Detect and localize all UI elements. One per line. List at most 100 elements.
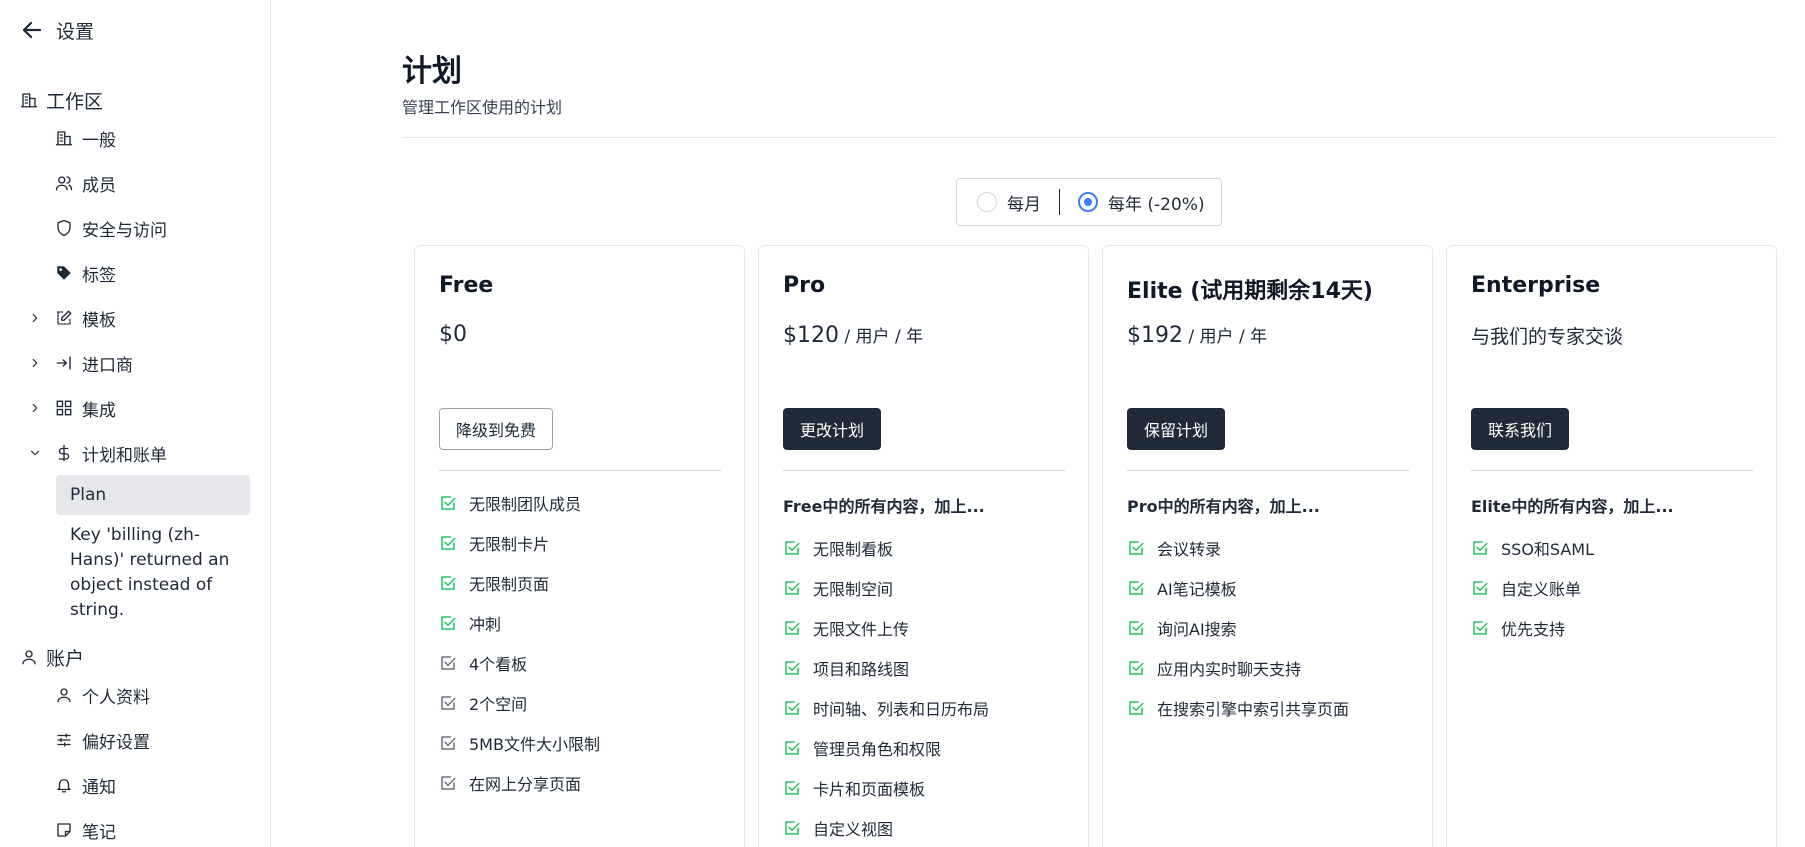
sidebar-item-label: 成员 — [82, 175, 116, 196]
sidebar-item-label: 偏好设置 — [82, 732, 150, 753]
feature-label: 卡片和页面模板 — [813, 780, 926, 799]
sidebar-item-label: 进口商 — [82, 355, 133, 376]
radio-yearly[interactable] — [1078, 192, 1098, 212]
page-subtitle: 管理工作区使用的计划 — [402, 98, 563, 117]
feature-label: 会议转录 — [1157, 540, 1222, 559]
feature-list: 会议转录 AI笔记模板 询问AI搜索 应用内实时聊天支持 在搜索引擎中索引共享页… — [1127, 528, 1349, 728]
check-square-icon — [441, 776, 456, 790]
feature-list: SSO和SAML 自定义账单 优先支持 — [1471, 528, 1594, 648]
chevron-right-icon[interactable] — [28, 311, 42, 325]
contact-us-button[interactable]: 联系我们 — [1471, 408, 1570, 450]
sidebar-item-label: 标签 — [82, 265, 116, 286]
sidebar-item-security[interactable]: 安全与访问 — [28, 213, 250, 243]
sidebar-item-billing[interactable]: 计划和账单 — [28, 438, 250, 468]
sidebar-subitem-billing-note[interactable]: Key 'billing (zh-Hans)' returned an obje… — [70, 523, 250, 623]
feature-label: 时间轴、列表和日历布局 — [813, 700, 990, 719]
card-divider — [439, 470, 721, 471]
feature-label: 无限文件上传 — [813, 620, 910, 639]
feature-item: 无限文件上传 — [783, 608, 989, 648]
plan-card-pro: Pro $120 / 用户 / 年 更改计划 Free中的所有内容，加上... … — [758, 245, 1089, 847]
sidebar-item-notes[interactable]: 笔记 — [28, 815, 250, 845]
billing-option-yearly[interactable]: 每年 (-20%) — [1060, 179, 1205, 225]
billing-period-toggle: 每月 每年 (-20%) — [956, 178, 1222, 226]
sidebar-item-label: 一般 — [82, 130, 116, 151]
chevron-right-icon[interactable] — [28, 401, 42, 415]
sidebar-item-members[interactable]: 成员 — [28, 168, 250, 198]
feature-label: 无限制空间 — [813, 580, 894, 599]
back-button[interactable]: 设置 — [20, 16, 94, 44]
plan-card-enterprise: Enterprise 与我们的专家交谈 联系我们 Elite中的所有内容，加上.… — [1446, 245, 1777, 847]
sidebar-item-integrations[interactable]: 集成 — [28, 393, 250, 423]
feature-label: 询问AI搜索 — [1157, 620, 1237, 639]
downgrade-to-free-button[interactable]: 降级到免费 — [439, 408, 554, 450]
sidebar-item-label: 模板 — [82, 310, 116, 331]
feature-label: 自定义账单 — [1501, 580, 1582, 599]
feature-label: 无限制页面 — [469, 575, 550, 594]
sidebar-item-tags[interactable]: 标签 — [28, 258, 250, 288]
sidebar-item-importers[interactable]: 进口商 — [28, 348, 250, 378]
feature-item: 无限制看板 — [783, 528, 989, 568]
check-square-icon — [1473, 581, 1488, 595]
check-square-icon — [1129, 581, 1144, 595]
plan-price: $120 / 用户 / 年 — [783, 322, 923, 348]
feature-label: 无限制卡片 — [469, 535, 550, 554]
header-divider — [402, 137, 1777, 138]
sidebar-item-preferences[interactable]: 偏好设置 — [28, 725, 250, 755]
check-square-icon — [441, 496, 456, 510]
billing-option-label: 每月 — [1007, 194, 1041, 215]
workspace-section-header: 工作区 — [20, 88, 104, 113]
plan-settings-main: 计划 管理工作区使用的计划 每月 每年 (-20%) Free $0 降级到免费… — [272, 0, 1805, 847]
sidebar-subitem-plan[interactable]: Plan — [56, 475, 250, 515]
billing-option-monthly[interactable]: 每月 — [957, 179, 1059, 225]
plan-price: $192 / 用户 / 年 — [1127, 322, 1267, 348]
check-square-icon — [785, 621, 800, 635]
feature-item: 管理员角色和权限 — [783, 728, 989, 768]
feature-item: 自定义视图 — [783, 808, 989, 847]
sidebar-item-label: 个人资料 — [82, 687, 150, 708]
sidebar-item-profile[interactable]: 个人资料 — [28, 680, 250, 710]
check-square-icon — [785, 661, 800, 675]
grid-icon — [56, 400, 72, 416]
plan-name: Elite (试用期剩余14天) — [1127, 279, 1373, 304]
feature-item: 2个空间 — [439, 683, 600, 723]
feature-item: 无限制团队成员 — [439, 483, 600, 523]
sidebar-item-general[interactable]: 一般 — [28, 123, 250, 153]
card-divider — [1127, 470, 1409, 471]
features-heading: Free中的所有内容，加上... — [783, 497, 985, 516]
sidebar-item-label: 集成 — [82, 400, 116, 421]
feature-label: 应用内实时聊天支持 — [1157, 660, 1302, 679]
sliders-icon — [57, 733, 71, 747]
check-square-icon — [785, 541, 800, 555]
sidebar-item-label: 计划和账单 — [82, 445, 167, 466]
user-icon — [22, 650, 36, 665]
check-square-icon — [441, 736, 456, 750]
tag-icon — [57, 266, 71, 280]
plan-card-free: Free $0 降级到免费 无限制团队成员 无限制卡片 无限制页面 冲刺 4个看… — [414, 245, 745, 847]
radio-monthly[interactable] — [977, 192, 997, 212]
change-plan-button[interactable]: 更改计划 — [783, 408, 882, 450]
chevron-down-icon[interactable] — [28, 446, 42, 460]
plan-price: $0 — [439, 322, 467, 347]
user-icon — [57, 688, 71, 703]
card-divider — [1471, 470, 1753, 471]
billing-option-label: 每年 (-20%) — [1108, 194, 1205, 215]
feature-item: 卡片和页面模板 — [783, 768, 989, 808]
feature-label: 冲刺 — [469, 615, 502, 634]
sidebar-item-label: 通知 — [82, 777, 116, 798]
keep-plan-button[interactable]: 保留计划 — [1127, 408, 1226, 450]
check-square-icon — [785, 701, 800, 715]
plan-name: Free — [439, 273, 494, 298]
feature-item: 无限制卡片 — [439, 523, 600, 563]
plan-price: 与我们的专家交谈 — [1471, 326, 1624, 348]
sidebar-item-notifications[interactable]: 通知 — [28, 770, 250, 800]
feature-label: SSO和SAML — [1501, 540, 1595, 559]
feature-item: 在网上分享页面 — [439, 763, 600, 803]
account-header-label: 账户 — [46, 647, 85, 670]
feature-label: 优先支持 — [1501, 620, 1566, 639]
check-square-icon — [785, 741, 800, 755]
workspace-header-label: 工作区 — [46, 90, 104, 113]
sidebar-item-label: 安全与访问 — [82, 220, 167, 241]
sidebar-item-templates[interactable]: 模板 — [28, 303, 250, 333]
chevron-right-icon[interactable] — [28, 356, 42, 370]
shield-icon — [57, 219, 71, 237]
